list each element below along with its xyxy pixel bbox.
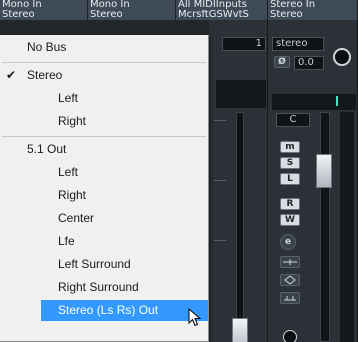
menu-item-right[interactable]: Right <box>0 111 208 132</box>
menu-item-right[interactable]: Right <box>0 185 208 206</box>
insert-bypass-icon[interactable] <box>280 256 300 268</box>
menu-item-label: Left <box>58 91 79 105</box>
channel-format-label: Stereo <box>270 10 303 20</box>
menu-item-left[interactable]: Left <box>0 162 208 183</box>
menu-item-label: Stereo (Ls Rs) Out <box>58 303 159 317</box>
menu-item-label: No Bus <box>27 40 67 54</box>
channel-header-midi[interactable]: All MIDIInputs McrsftGSWvtS <box>176 0 268 20</box>
channel-format-label: Stereo <box>90 10 123 20</box>
menu-item-right-surround[interactable]: Right Surround <box>0 277 208 298</box>
menu-item-label: Center <box>58 211 95 225</box>
menu-item-left[interactable]: Left <box>0 88 208 109</box>
solo-button[interactable]: S <box>280 157 300 169</box>
menu-item-label: Lfe <box>58 234 75 248</box>
channel-header-mono-in-2[interactable]: Mono In Stereo <box>88 0 176 20</box>
menu-item-label: Right <box>58 114 87 128</box>
channel-header-stereo-in[interactable]: Stereo In Stereo <box>268 0 358 20</box>
gain-value[interactable]: 0.0 <box>294 56 324 70</box>
stereo-fader-track[interactable] <box>320 112 330 342</box>
stereo-fader-handle[interactable] <box>316 154 332 188</box>
menu-item-label: Right <box>58 188 87 202</box>
read-automation-button[interactable]: R <box>280 198 300 210</box>
channel-letter: C <box>276 113 310 127</box>
phase-button[interactable]: Ø <box>274 56 290 68</box>
menu-item-left-surround[interactable]: Left Surround <box>0 254 208 275</box>
menu-item-stereo[interactable]: ✔ Stereo <box>0 65 208 86</box>
eq-bypass-icon[interactable] <box>280 274 300 286</box>
midi-fader-handle[interactable] <box>232 318 248 342</box>
pan-knob-icon[interactable] <box>333 48 351 66</box>
menu-item-5-1-out[interactable]: 5.1 Out <box>0 139 208 160</box>
channel-input-label: Mono In <box>2 0 42 10</box>
mute-button[interactable]: m <box>280 141 300 153</box>
monitor-knob-icon[interactable] <box>283 330 297 342</box>
menu-item-center[interactable]: Center <box>0 208 208 229</box>
menu-item-label: Left Surround <box>58 257 131 271</box>
midi-meter-area <box>216 80 266 108</box>
meter-peak-indicator <box>336 96 338 106</box>
menu-item-label: Right Surround <box>58 280 139 294</box>
menu-item-lfe[interactable]: Lfe <box>0 231 208 252</box>
menu-separator <box>2 136 206 137</box>
mouse-pointer-icon <box>188 308 202 327</box>
menu-item-label: Left <box>58 165 79 179</box>
stereo-level-meter <box>340 112 354 342</box>
menu-item-label: Stereo <box>27 68 63 82</box>
menu-item-label: 5.1 Out <box>27 142 67 156</box>
write-automation-button[interactable]: W <box>280 214 300 226</box>
menu-item-stereo-ls-rs-out[interactable]: Stereo (Ls Rs) Out <box>41 300 208 321</box>
menu-separator <box>2 62 206 63</box>
channel-input-label: Stereo In <box>270 0 316 10</box>
channel-input-label: Mono In <box>90 0 130 10</box>
bus-selector-field[interactable]: stereo <box>272 37 324 51</box>
checkmark-icon: ✔ <box>6 68 17 82</box>
scale-tick <box>214 120 226 121</box>
send-bypass-icon[interactable] <box>280 292 300 304</box>
channel-format-label: McrsftGSWvtS <box>178 10 249 20</box>
scale-tick <box>214 240 226 241</box>
menu-item-no-bus[interactable]: No Bus <box>0 37 208 58</box>
scale-tick <box>214 180 226 181</box>
channel-input-label: All MIDIInputs <box>178 0 247 10</box>
listen-button[interactable]: L <box>280 173 300 185</box>
midi-fader-track[interactable] <box>236 112 244 342</box>
channel-header-mono-in-1[interactable]: Mono In Stereo <box>0 0 88 20</box>
midi-channel-number[interactable]: 1 <box>222 37 266 51</box>
meter-bar <box>272 94 356 110</box>
edit-channel-button[interactable]: e <box>280 234 296 250</box>
channel-format-label: Stereo <box>2 10 35 20</box>
output-routing-menu: No Bus ✔ Stereo Left Right 5.1 Out Left Right Ce… <box>0 35 209 342</box>
